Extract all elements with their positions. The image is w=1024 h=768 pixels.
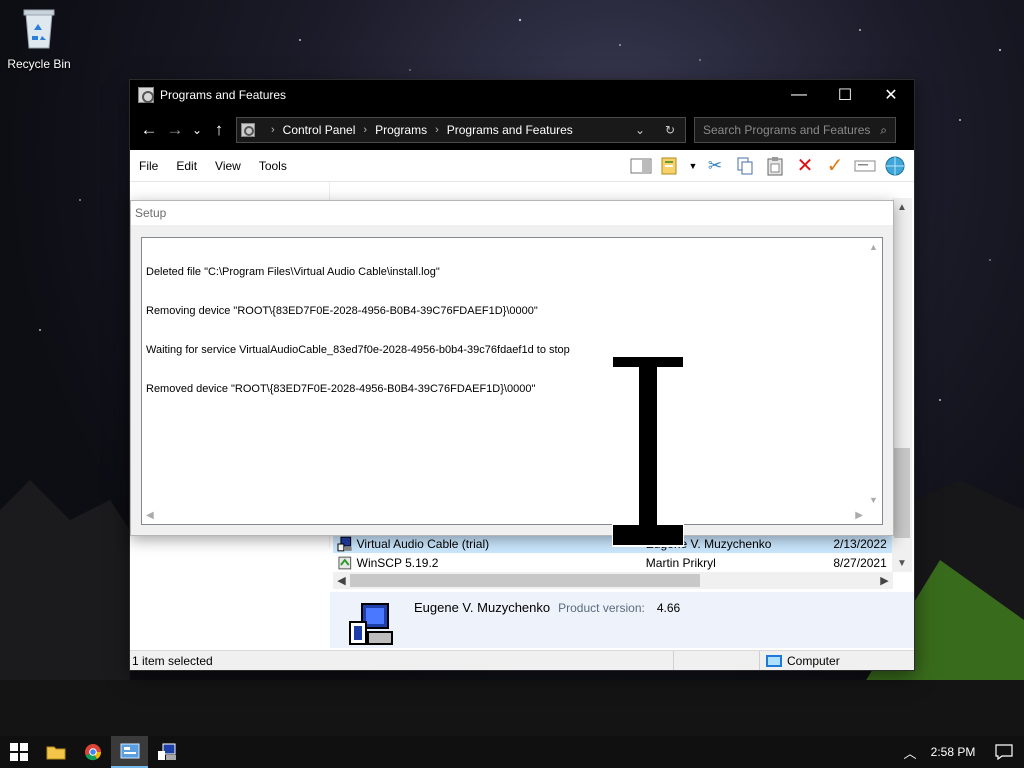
delete-icon[interactable]: ✕ [790, 152, 820, 180]
recycle-bin-shortcut[interactable]: Recycle Bin [4, 6, 74, 71]
options-globe-icon[interactable] [880, 152, 910, 180]
scroll-up-icon[interactable]: ▲ [892, 198, 912, 216]
search-input[interactable] [703, 123, 881, 137]
details-publisher: Eugene V. Muzychenko [414, 600, 551, 615]
virtual-audio-cable-icon [349, 603, 393, 645]
windows-logo-icon [9, 743, 28, 761]
menu-and-toolbar: File Edit View Tools ▼ ✂ ✕ ✓ [130, 150, 914, 182]
chrome-taskbar-button[interactable] [74, 736, 111, 768]
search-box[interactable]: ⌕ [694, 117, 896, 143]
file-explorer-taskbar-button[interactable] [37, 736, 74, 768]
minimize-button[interactable]: — [776, 80, 822, 110]
setup-log-box[interactable]: Deleted file "C:\Program Files\Virtual A… [141, 237, 883, 525]
window-title: Programs and Features [160, 88, 287, 102]
breadcrumb-programs[interactable]: Programs [375, 123, 427, 137]
recent-locations-button[interactable]: ⌄ [188, 117, 206, 143]
control-panel-icon [138, 87, 154, 103]
log-line: Deleted file "C:\Program Files\Virtual A… [146, 266, 440, 278]
horizontal-scroll-thumb[interactable] [350, 574, 700, 587]
scroll-right-icon[interactable]: ▶ [876, 574, 893, 587]
program-name: WinSCP 5.19.2 [356, 555, 439, 570]
rename-icon[interactable] [850, 152, 880, 180]
menu-view[interactable]: View [206, 159, 250, 173]
program-list-scrollbar[interactable]: ▲ ▼ [892, 198, 912, 572]
breadcrumb-programs-and-features[interactable]: Programs and Features [447, 123, 573, 137]
navigation-bar: ← → ⌄ ↑ › Control Panel › Programs › Pro… [130, 110, 914, 150]
program-row[interactable]: WinSCP 5.19.2 Martin Prikryl 8/27/2021 [333, 553, 892, 572]
control-panel-icon [241, 123, 255, 137]
setup-taskbar-button[interactable] [148, 736, 185, 768]
menu-file[interactable]: File [130, 159, 167, 173]
log-line: Removed device "ROOT\{83ED7F0E-2028-4956… [146, 383, 536, 395]
virtual-audio-cable-icon [337, 536, 352, 551]
setup-log-text: Deleted file "C:\Program Files\Virtual A… [146, 240, 570, 422]
status-bar: 1 item selected Computer [130, 650, 914, 670]
chrome-icon [84, 744, 101, 761]
taskbar-clock[interactable]: 2:58 PM [922, 745, 984, 759]
back-button[interactable]: ← [136, 117, 162, 143]
log-line: Removing device "ROOT\{83ED7F0E-2028-495… [146, 305, 538, 317]
scroll-right-icon[interactable]: ▶ [855, 510, 863, 521]
log-line: Waiting for service VirtualAudioCable_83… [146, 344, 570, 356]
setup-dialog-title[interactable]: Setup [131, 201, 893, 225]
program-publisher: Martin Prikryl [645, 555, 716, 570]
start-button[interactable] [0, 736, 37, 768]
setup-dialog: Setup Deleted file "C:\Program Files\Vir… [130, 200, 894, 536]
cut-icon[interactable]: ✂ [700, 152, 730, 180]
scroll-left-icon[interactable]: ◀ [333, 574, 350, 587]
title-bar[interactable]: Programs and Features — ☐ ✕ [130, 80, 914, 110]
status-selection-count: 1 item selected [130, 651, 674, 670]
properties-icon[interactable] [656, 152, 686, 180]
program-installed-date: 8/27/2021 [833, 555, 887, 570]
recycle-bin-label: Recycle Bin [7, 57, 71, 71]
details-version-value: 4.66 [656, 601, 681, 615]
log-horizontal-scrollbar[interactable]: ◀ ▶ [142, 507, 867, 524]
program-list-horizontal-scrollbar[interactable]: ◀ ▶ [333, 572, 893, 589]
text-cursor-icon [612, 356, 684, 547]
forward-button[interactable]: → [162, 117, 188, 143]
notification-icon [995, 744, 1013, 760]
taskbar: ︿ 2:58 PM [0, 736, 1024, 768]
virtual-audio-cable-icon [157, 743, 176, 760]
control-panel-icon [120, 743, 139, 759]
program-installed-date: 2/13/2022 [833, 536, 887, 551]
menu-edit[interactable]: Edit [167, 159, 206, 173]
action-center-button[interactable] [984, 744, 1024, 760]
scroll-left-icon[interactable]: ◀ [146, 510, 154, 521]
search-icon: ⌕ [880, 122, 887, 137]
program-name: Virtual Audio Cable (trial) [356, 536, 490, 551]
close-button[interactable]: ✕ [868, 80, 914, 110]
refresh-icon[interactable]: ↻ [655, 123, 685, 137]
status-location: Computer [787, 653, 840, 668]
scroll-down-icon[interactable]: ▼ [865, 491, 882, 508]
checkmark-icon[interactable]: ✓ [820, 152, 850, 180]
preview-pane-icon[interactable] [626, 152, 656, 180]
paste-icon[interactable] [760, 152, 790, 180]
details-version-label: Product version: [558, 601, 645, 615]
address-dropdown-icon[interactable]: ⌄ [625, 123, 655, 137]
computer-icon [766, 654, 782, 667]
copy-icon[interactable] [730, 152, 760, 180]
scroll-down-icon[interactable]: ▼ [892, 554, 912, 572]
views-dropdown-icon[interactable]: ▼ [686, 152, 700, 180]
breadcrumb-separator: › [435, 124, 439, 136]
details-pane: Eugene V. Muzychenko Product version: 4.… [330, 592, 914, 648]
show-hidden-icons-icon[interactable]: ︿ [898, 743, 922, 762]
scroll-up-icon[interactable]: ▲ [865, 238, 882, 255]
folder-icon [46, 746, 65, 760]
control-panel-taskbar-button[interactable] [111, 736, 148, 768]
winscp-icon [338, 556, 352, 569]
maximize-button[interactable]: ☐ [822, 80, 868, 110]
menu-tools[interactable]: Tools [250, 159, 296, 173]
breadcrumb-separator: › [271, 124, 275, 136]
scroll-thumb[interactable] [894, 448, 910, 538]
recycle-bin-icon [23, 9, 55, 49]
address-bar[interactable]: › Control Panel › Programs › Programs an… [236, 117, 686, 143]
log-vertical-scrollbar[interactable]: ▲ ▼ [865, 238, 882, 508]
breadcrumb-control-panel[interactable]: Control Panel [283, 123, 356, 137]
up-button[interactable]: ↑ [206, 117, 232, 143]
breadcrumb-separator: › [363, 124, 368, 136]
